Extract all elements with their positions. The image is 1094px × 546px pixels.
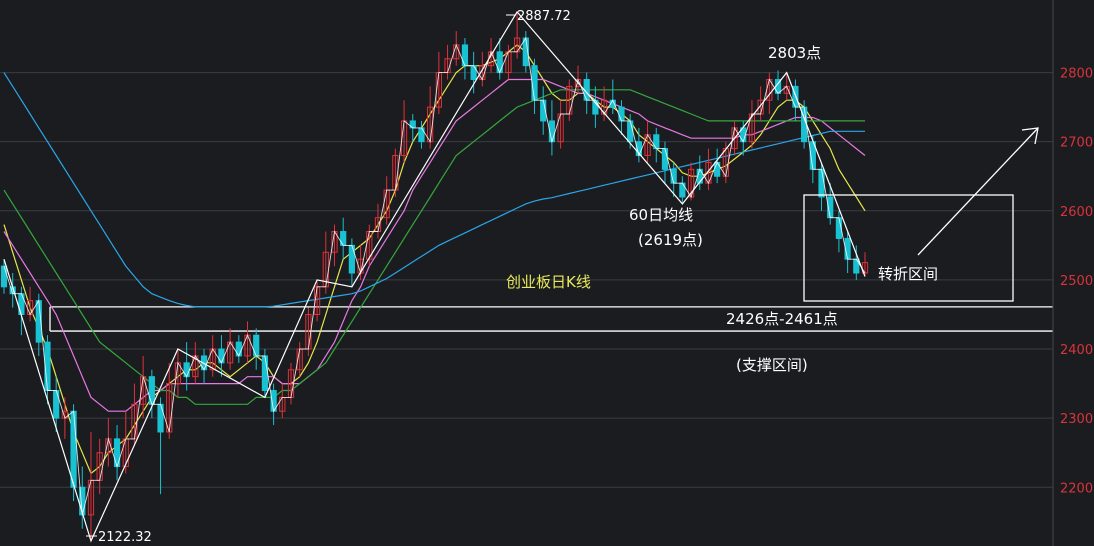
- kline-chart: 2200 2300 2400 2500 2600 2700 2800 创业板日K线 2803…: [0, 0, 1094, 546]
- y-tick-label-2200: 2200: [1060, 481, 1093, 496]
- candle-body-94: [818, 168, 825, 198]
- candle-body-13: [113, 438, 121, 468]
- y-tick-label-2600: 2600: [1060, 205, 1093, 220]
- annotation-high-2803: 2803点: [768, 44, 821, 62]
- candle-body-75: [653, 134, 660, 150]
- candle-body-5: [44, 341, 51, 391]
- annotation-turn-zone: 转折区间: [878, 265, 938, 283]
- candle-body-6: [53, 389, 60, 419]
- candle-body-71: [618, 106, 625, 122]
- candle-body-18: [157, 403, 164, 433]
- chart-title: 创业板日K线: [506, 273, 591, 291]
- annotation-ma60-name: 60日均线: [629, 206, 693, 224]
- candle-body-29: [253, 334, 260, 357]
- candle-body-30: [261, 355, 269, 391]
- annotation-support-name: (支撑区间): [736, 356, 808, 374]
- y-tick-label-2800: 2800: [1060, 67, 1093, 82]
- candle-body-54: [470, 65, 477, 80]
- y-tick-label-2500: 2500: [1060, 274, 1093, 289]
- low-price-label: 2122.32: [98, 530, 152, 545]
- candle-body-17: [148, 376, 155, 405]
- candle-body-40: [348, 244, 355, 274]
- peak-price-label: 2887.72: [517, 9, 571, 24]
- y-tick-label-2700: 2700: [1060, 136, 1093, 151]
- candle-body-76: [661, 148, 669, 170]
- annotation-ma60-value: (2619点): [638, 231, 703, 249]
- candle-body-98: [853, 258, 860, 274]
- y-tick-label-2400: 2400: [1060, 343, 1093, 358]
- candle-body-0: [0, 265, 8, 288]
- candle-body-72: [627, 120, 634, 143]
- candle-body-61: [531, 65, 538, 101]
- candle-body-8: [70, 410, 77, 488]
- y-tick-label-2300: 2300: [1060, 412, 1093, 427]
- annotation-support-range: 2426点-2461点: [726, 310, 838, 328]
